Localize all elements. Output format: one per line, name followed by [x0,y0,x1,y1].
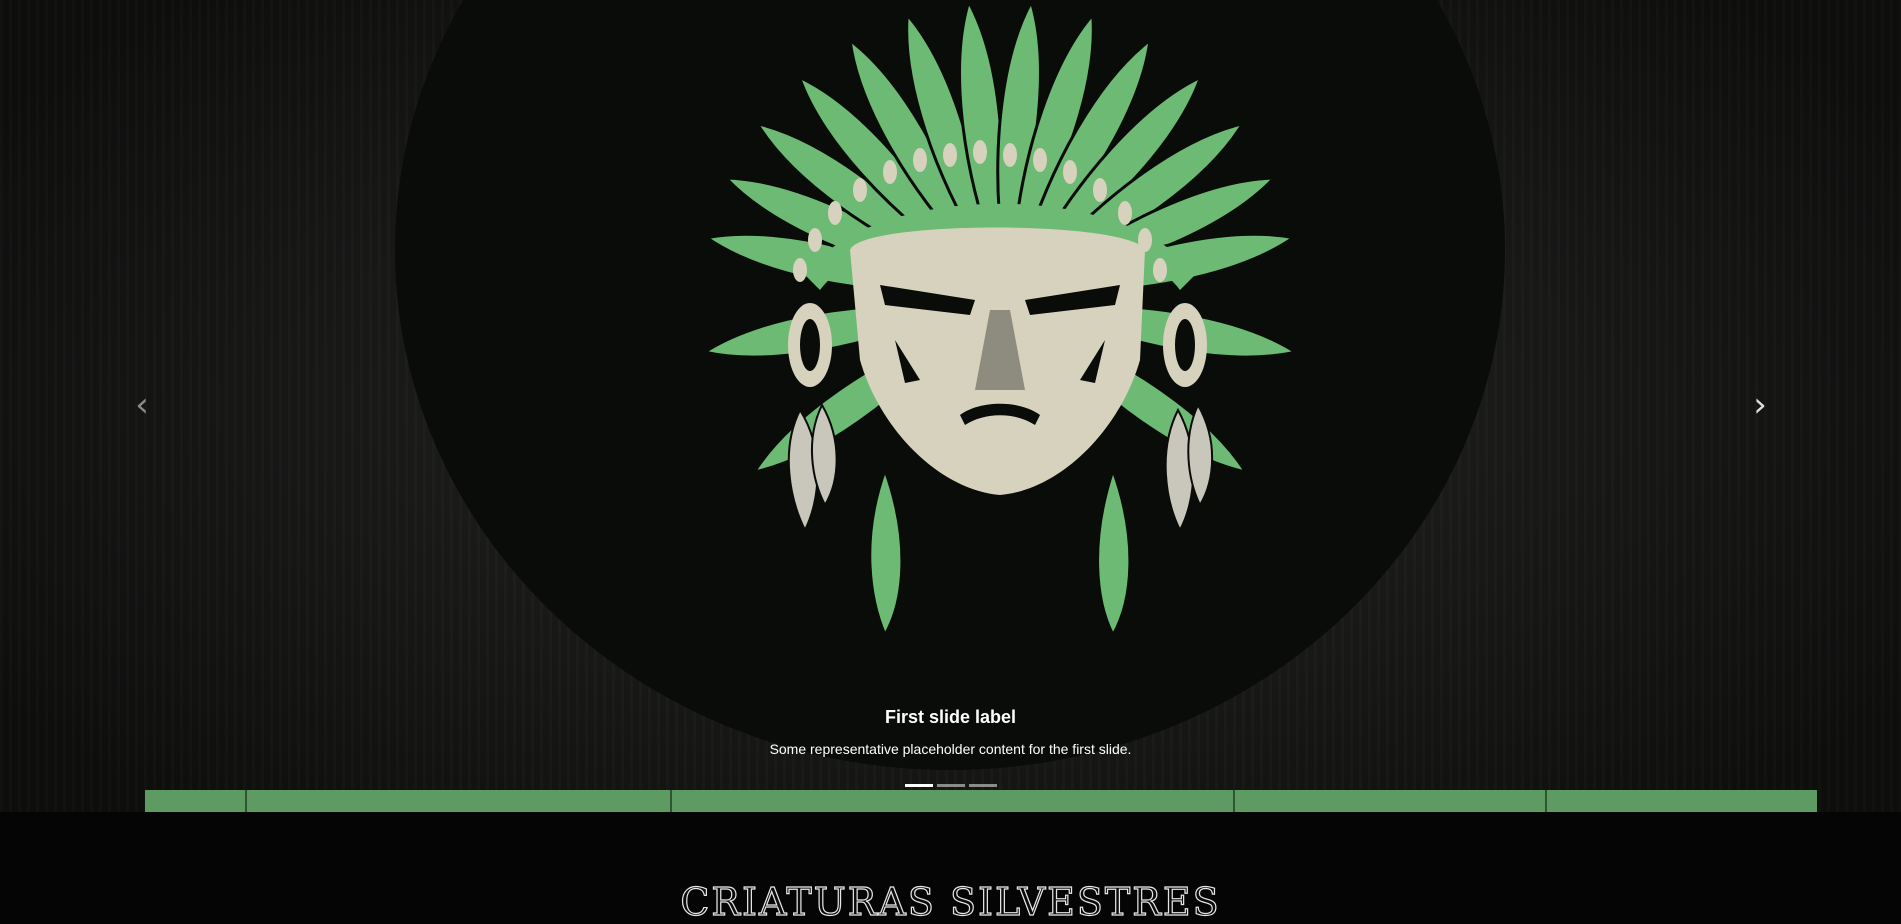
carousel-indicator-1[interactable] [904,784,933,787]
band-seam [1545,790,1547,812]
slide-caption-title: First slide label [884,707,1017,727]
carousel-indicators [0,784,1901,787]
slide-caption-text: Some representative placeholder content … [769,741,1132,757]
carousel-indicator-2[interactable] [936,784,965,787]
carousel-indicator-3[interactable] [968,784,997,787]
carousel-prev-button[interactable]: ‹ [122,380,162,430]
chevron-right-icon: › [1753,385,1767,425]
section-title: Criaturas Silvestres [680,879,1221,924]
chevron-left-icon: ‹ [135,385,149,425]
carousel-next-button[interactable]: › [1740,380,1780,430]
band-seam [670,790,672,812]
band-seam [245,790,247,812]
native-chief-emblem-image [395,0,1505,770]
hero-carousel: ‹ › First slide label Some representativ… [0,0,1901,812]
decorative-green-band [145,790,1817,812]
band-seam [1233,790,1235,812]
